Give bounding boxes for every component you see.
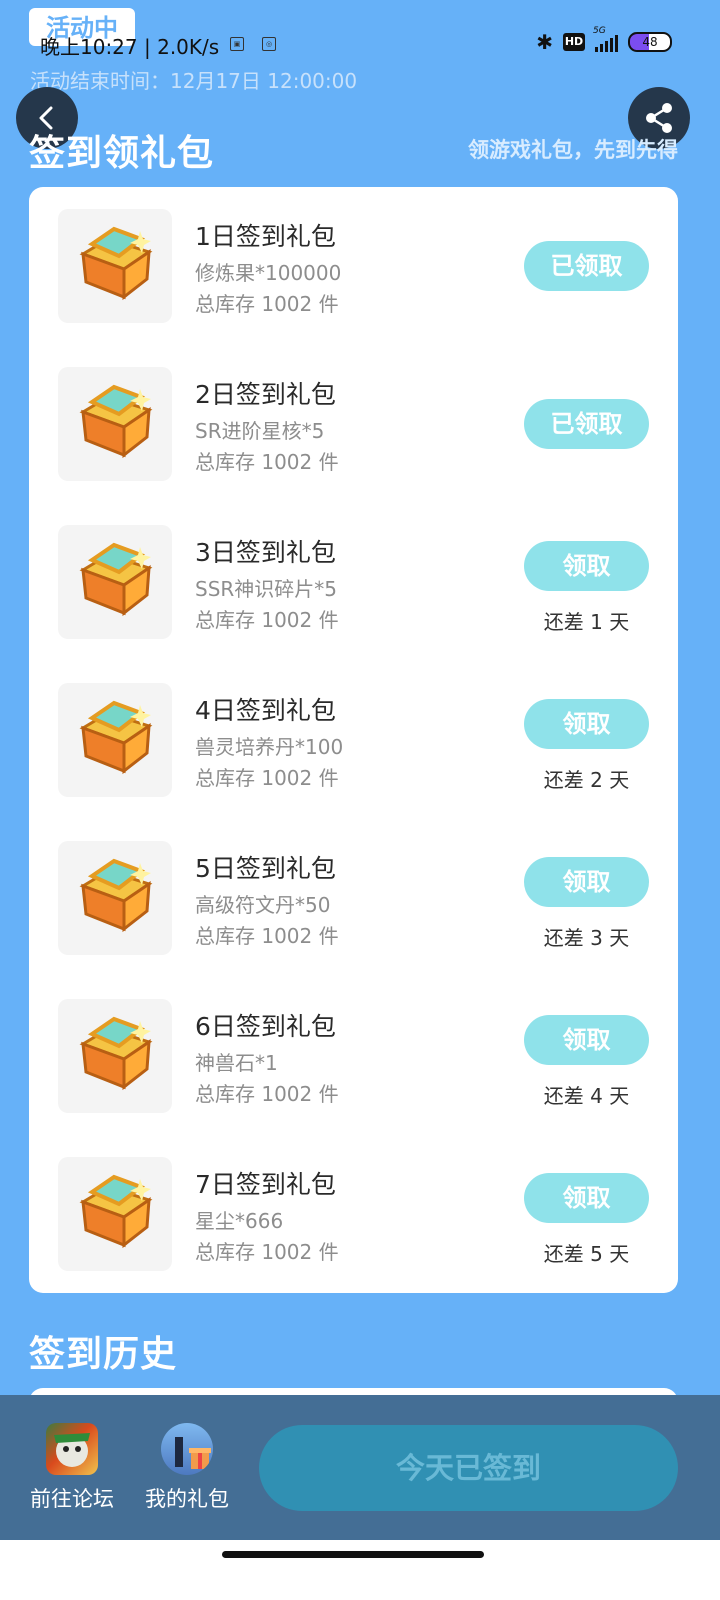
game-avatar-icon bbox=[46, 1423, 98, 1475]
gift-stock: 总库存 1002 件 bbox=[195, 1240, 339, 1264]
gift-stock: 总库存 1002 件 bbox=[195, 1082, 339, 1106]
gift-chest-icon bbox=[58, 841, 172, 955]
gift-title: 3日签到礼包 bbox=[195, 538, 336, 567]
gift-chest-icon bbox=[58, 999, 172, 1113]
gift-stock: 总库存 1002 件 bbox=[195, 608, 339, 632]
battery-icon: 48 bbox=[628, 32, 672, 52]
gift-item: 神兽石*1 bbox=[195, 1051, 278, 1075]
forum-link[interactable]: 前往论坛 bbox=[22, 1423, 122, 1513]
days-remaining: 还差 2 天 bbox=[543, 768, 630, 792]
navigation-area bbox=[0, 1540, 720, 1600]
claim-button[interactable]: 领取 bbox=[524, 699, 649, 749]
history-title: 签到历史 bbox=[29, 1334, 178, 1375]
page-subtitle: 领游戏礼包，先到先得 bbox=[468, 138, 678, 162]
gift-item: SR进阶星核*5 bbox=[195, 419, 325, 443]
status-icons: ✱ HD 5G 48 bbox=[536, 26, 672, 54]
claim-button[interactable]: 领取 bbox=[524, 1173, 649, 1223]
gift-item: 修炼果*100000 bbox=[195, 261, 342, 285]
gift-chest-icon bbox=[58, 209, 172, 323]
gift-title: 1日签到礼包 bbox=[195, 222, 336, 251]
gift-title: 4日签到礼包 bbox=[195, 696, 336, 725]
claimed-button[interactable]: 已领取 bbox=[524, 399, 649, 449]
gift-chest-icon bbox=[58, 367, 172, 481]
gift-row: 1日签到礼包 修炼果*100000 总库存 1002 件 已领取 bbox=[29, 187, 678, 345]
gift-item: SSR神识碎片*5 bbox=[195, 577, 338, 601]
my-gifts-link[interactable]: 我的礼包 bbox=[137, 1423, 237, 1513]
gift-stock: 总库存 1002 件 bbox=[195, 292, 339, 316]
days-remaining: 还差 4 天 bbox=[543, 1084, 630, 1108]
claimed-button[interactable]: 已领取 bbox=[524, 241, 649, 291]
gift-row: 3日签到礼包 SSR神识碎片*5 总库存 1002 件 领取 还差 1 天 bbox=[29, 503, 678, 661]
gift-title: 6日签到礼包 bbox=[195, 1012, 336, 1041]
gift-chest-icon bbox=[58, 525, 172, 639]
status-time: 晚上10:27 | 2.0K/s bbox=[40, 35, 220, 59]
bottom-action-bar: 前往论坛 我的礼包 今天已签到 bbox=[0, 1395, 720, 1540]
claim-button[interactable]: 领取 bbox=[524, 541, 649, 591]
gift-box-icon bbox=[161, 1423, 213, 1475]
hd-icon: HD bbox=[563, 33, 585, 51]
claim-button[interactable]: 领取 bbox=[524, 857, 649, 907]
gift-chest-icon bbox=[58, 1157, 172, 1271]
forum-label: 前往论坛 bbox=[30, 1487, 114, 1511]
gift-stock: 总库存 1002 件 bbox=[195, 766, 339, 790]
notification-icon: ▣ bbox=[230, 37, 244, 51]
days-remaining: 还差 3 天 bbox=[543, 926, 630, 950]
gift-stock: 总库存 1002 件 bbox=[195, 450, 339, 474]
days-remaining: 还差 5 天 bbox=[543, 1242, 630, 1266]
gift-row: 7日签到礼包 星尘*666 总库存 1002 件 领取 还差 5 天 bbox=[29, 1135, 678, 1293]
gift-chest-icon bbox=[58, 683, 172, 797]
share-icon bbox=[646, 103, 672, 133]
gift-item: 兽灵培养丹*100 bbox=[195, 735, 344, 759]
days-remaining: 还差 1 天 bbox=[543, 610, 630, 634]
claim-button[interactable]: 领取 bbox=[524, 1015, 649, 1065]
gift-item: 星尘*666 bbox=[195, 1209, 284, 1233]
gift-title: 5日签到礼包 bbox=[195, 854, 336, 883]
gift-title: 7日签到礼包 bbox=[195, 1170, 336, 1199]
bluetooth-icon: ✱ bbox=[536, 30, 553, 54]
activity-end-time: 活动结束时间：12月17日 12:00:00 bbox=[30, 69, 358, 93]
gift-list-card: 1日签到礼包 修炼果*100000 总库存 1002 件 已领取 2日签到礼包 … bbox=[29, 187, 678, 1293]
signed-today-button[interactable]: 今天已签到 bbox=[259, 1425, 678, 1511]
gift-row: 5日签到礼包 高级符文丹*50 总库存 1002 件 领取 还差 3 天 bbox=[29, 819, 678, 977]
gift-row: 4日签到礼包 兽灵培养丹*100 总库存 1002 件 领取 还差 2 天 bbox=[29, 661, 678, 819]
gift-item: 高级符文丹*50 bbox=[195, 893, 331, 917]
page-title: 签到领礼包 bbox=[29, 133, 215, 174]
app-notification-icon: ◎ bbox=[262, 37, 276, 51]
gesture-handle[interactable] bbox=[222, 1551, 484, 1558]
signal-icon: 5G bbox=[593, 26, 618, 52]
gift-title: 2日签到礼包 bbox=[195, 380, 336, 409]
gift-row: 2日签到礼包 SR进阶星核*5 总库存 1002 件 已领取 bbox=[29, 345, 678, 503]
my-gifts-label: 我的礼包 bbox=[145, 1487, 229, 1511]
gift-row: 6日签到礼包 神兽石*1 总库存 1002 件 领取 还差 4 天 bbox=[29, 977, 678, 1135]
gift-stock: 总库存 1002 件 bbox=[195, 924, 339, 948]
